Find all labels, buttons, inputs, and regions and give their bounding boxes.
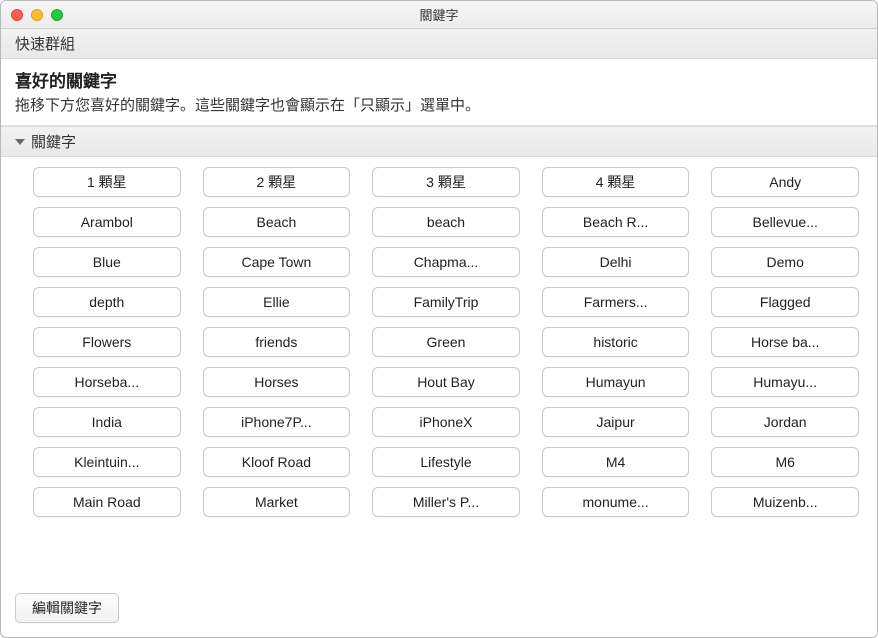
window-title: 關鍵字 [1, 5, 877, 24]
minimize-button[interactable] [31, 9, 43, 21]
keyword-pill[interactable]: Green [372, 327, 520, 357]
keyword-pill[interactable]: Demo [711, 247, 859, 277]
chevron-down-icon [15, 139, 25, 145]
keyword-pill[interactable]: Jordan [711, 407, 859, 437]
keyword-pill[interactable]: beach [372, 207, 520, 237]
keyword-pill[interactable]: Blue [33, 247, 181, 277]
keywords-section-header[interactable]: 關鍵字 [1, 126, 877, 157]
keyword-pill[interactable]: Muizenb... [711, 487, 859, 517]
keyword-grid: 1 顆星 2 顆星 3 顆星 4 顆星 Andy Arambol Beach beach Bea… [1, 157, 877, 583]
keyword-pill[interactable]: friends [203, 327, 351, 357]
maximize-button[interactable] [51, 9, 63, 21]
keyword-pill[interactable]: 1 顆星 [33, 167, 181, 197]
keyword-pill[interactable]: Jaipur [542, 407, 690, 437]
favorites-description: 拖移下方您喜好的關鍵字。這些關鍵字也會顯示在「只顯示」選單中。 [15, 94, 863, 115]
keyword-pill[interactable]: monume... [542, 487, 690, 517]
keyword-pill[interactable]: FamilyTrip [372, 287, 520, 317]
keyword-pill[interactable]: Arambol [33, 207, 181, 237]
keyword-pill[interactable]: Chapma... [372, 247, 520, 277]
keyword-pill[interactable]: Andy [711, 167, 859, 197]
keywords-header-label: 關鍵字 [31, 131, 76, 152]
keyword-pill[interactable]: Horses [203, 367, 351, 397]
keyword-pill[interactable]: Delhi [542, 247, 690, 277]
keyword-pill[interactable]: Hout Bay [372, 367, 520, 397]
close-button[interactable] [11, 9, 23, 21]
keyword-pill[interactable]: iPhone7P... [203, 407, 351, 437]
keyword-pill[interactable]: iPhoneX [372, 407, 520, 437]
keyword-pill[interactable]: Humayun [542, 367, 690, 397]
keyword-pill[interactable]: Horseba... [33, 367, 181, 397]
keyword-pill[interactable]: depth [33, 287, 181, 317]
keyword-pill[interactable]: Lifestyle [372, 447, 520, 477]
keyword-pill[interactable]: Farmers... [542, 287, 690, 317]
keyword-pill[interactable]: Flowers [33, 327, 181, 357]
keyword-pill[interactable]: India [33, 407, 181, 437]
keyword-pill[interactable]: M4 [542, 447, 690, 477]
edit-keywords-button[interactable]: 編輯關鍵字 [15, 593, 119, 623]
keyword-pill[interactable]: Beach [203, 207, 351, 237]
titlebar: 關鍵字 [1, 1, 877, 29]
keyword-pill[interactable]: Flagged [711, 287, 859, 317]
keyword-pill[interactable]: Ellie [203, 287, 351, 317]
keyword-pill[interactable]: Main Road [33, 487, 181, 517]
quick-group-header: 快速群組 [1, 29, 877, 59]
keyword-pill[interactable]: Cape Town [203, 247, 351, 277]
keyword-pill[interactable]: Kleintuin... [33, 447, 181, 477]
keyword-pill[interactable]: Bellevue... [711, 207, 859, 237]
traffic-lights [11, 9, 63, 21]
keyword-pill[interactable]: Kloof Road [203, 447, 351, 477]
edit-keywords-label: 編輯關鍵字 [32, 598, 102, 618]
keyword-pill[interactable]: historic [542, 327, 690, 357]
keywords-window: 關鍵字 快速群組 喜好的關鍵字 拖移下方您喜好的關鍵字。這些關鍵字也會顯示在「只… [0, 0, 878, 638]
keyword-pill[interactable]: Market [203, 487, 351, 517]
favorites-title: 喜好的關鍵字 [15, 67, 863, 92]
keyword-pill[interactable]: M6 [711, 447, 859, 477]
keyword-pill[interactable]: Horse ba... [711, 327, 859, 357]
keyword-pill[interactable]: 4 顆星 [542, 167, 690, 197]
keyword-pill[interactable]: Miller's P... [372, 487, 520, 517]
keyword-pill[interactable]: Humayu... [711, 367, 859, 397]
keyword-pill[interactable]: Beach R... [542, 207, 690, 237]
keyword-pill[interactable]: 2 顆星 [203, 167, 351, 197]
keyword-pill[interactable]: 3 顆星 [372, 167, 520, 197]
favorites-block: 喜好的關鍵字 拖移下方您喜好的關鍵字。這些關鍵字也會顯示在「只顯示」選單中。 [1, 59, 877, 126]
footer: 編輯關鍵字 [1, 583, 877, 637]
